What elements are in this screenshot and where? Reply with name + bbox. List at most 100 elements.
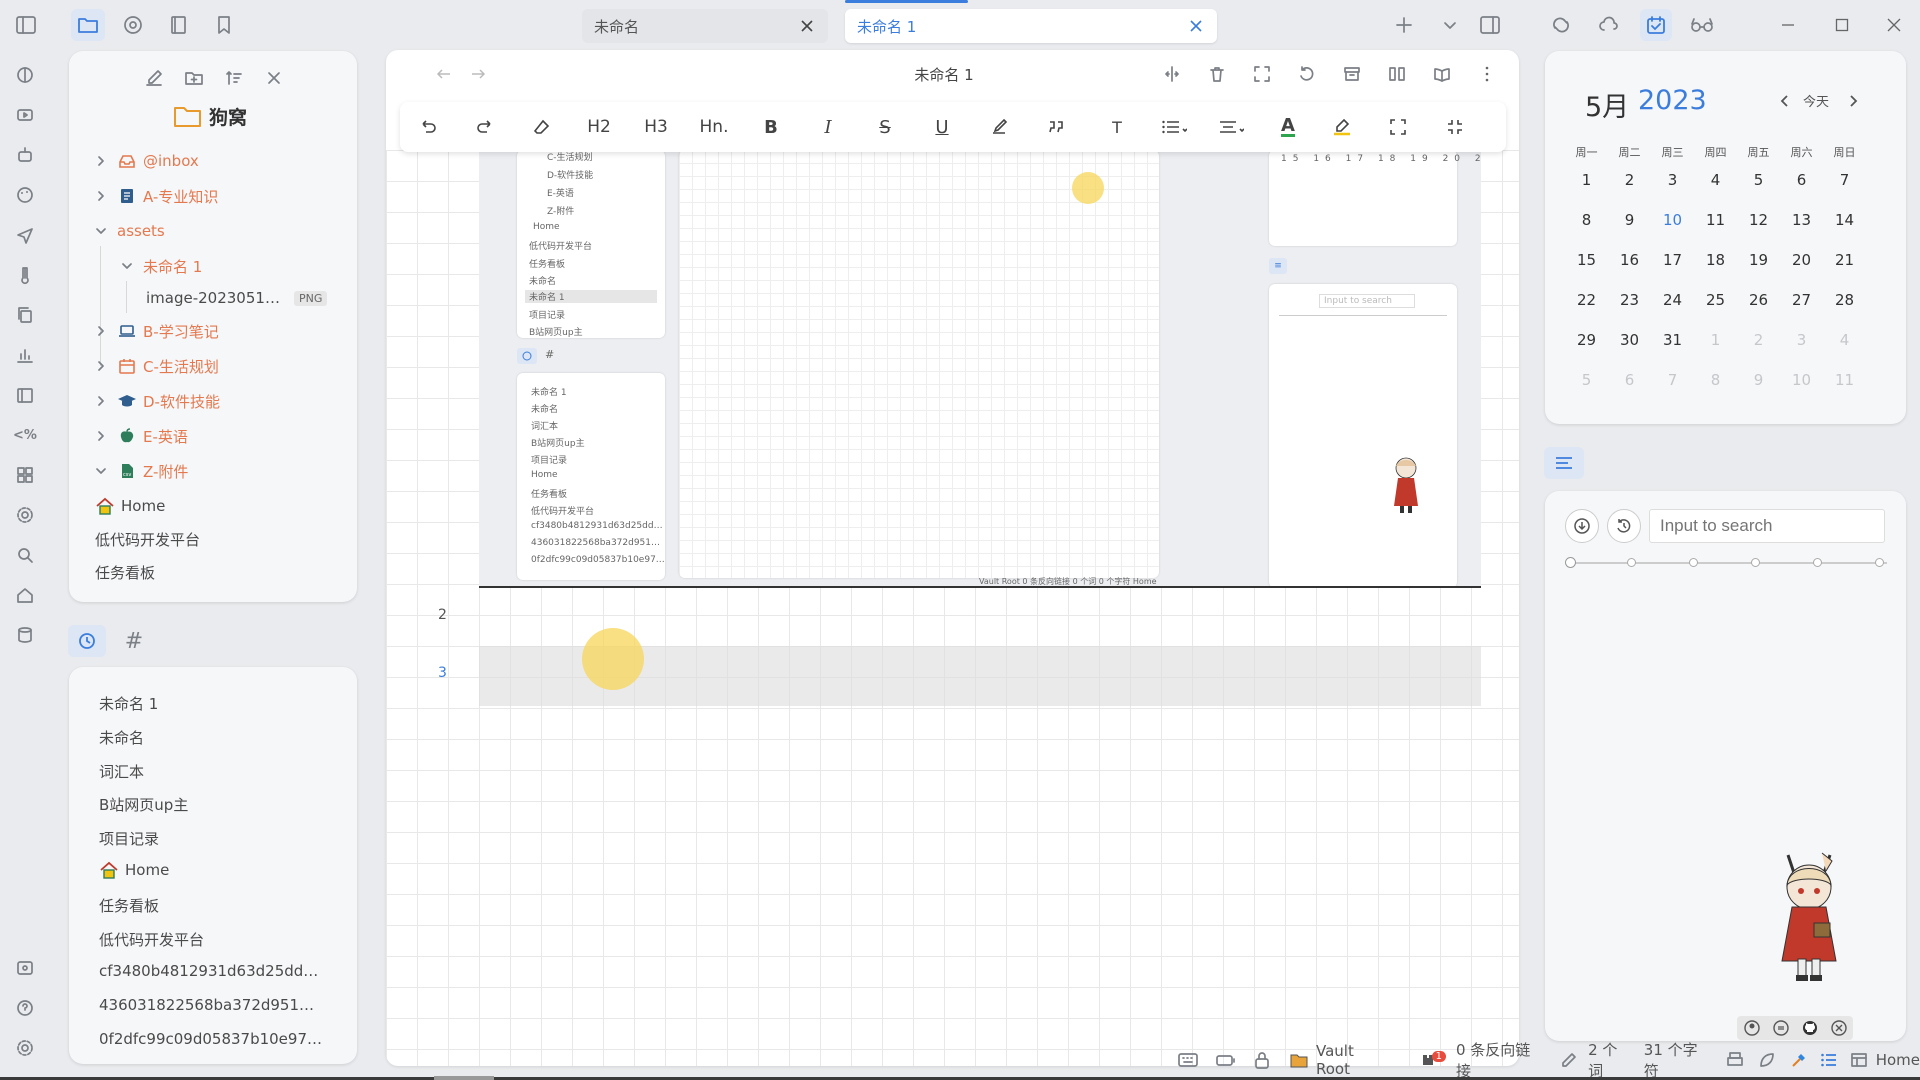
grid-icon[interactable] <box>11 461 39 489</box>
vault-switch-icon[interactable] <box>11 954 39 982</box>
new-folder-icon[interactable] <box>181 65 207 91</box>
sort-icon[interactable] <box>221 65 247 91</box>
maximize-icon[interactable] <box>1830 13 1854 37</box>
text-size-button[interactable]: T <box>1097 111 1137 143</box>
settings-icon[interactable] <box>11 1034 39 1062</box>
align-icon[interactable] <box>1211 111 1251 143</box>
minimize-icon[interactable] <box>1776 13 1800 37</box>
vault-title[interactable]: 狗窝 <box>173 103 247 130</box>
calendar-day[interactable]: 19 <box>1737 251 1780 269</box>
github-icon[interactable] <box>1802 1020 1818 1036</box>
calendar-day[interactable]: 16 <box>1608 251 1651 269</box>
close-circle-icon[interactable] <box>1830 1020 1847 1036</box>
calendar-day[interactable]: 12 <box>1737 211 1780 229</box>
new-note-icon[interactable] <box>141 65 167 91</box>
recent-item-home[interactable]: Home <box>99 861 169 879</box>
calendar-day[interactable]: 25 <box>1694 291 1737 309</box>
battery-icon[interactable] <box>1216 1053 1236 1067</box>
calendar-day[interactable]: 20 <box>1780 251 1823 269</box>
tab-untitled-1[interactable]: 未命名 1 <box>845 9 1217 43</box>
today-button[interactable]: 今天 <box>1803 91 1829 110</box>
help-icon[interactable] <box>11 994 39 1022</box>
heading-3-button[interactable]: H3 <box>640 111 672 143</box>
knowledge-graph-icon[interactable] <box>11 61 39 89</box>
next-month-icon[interactable] <box>1841 89 1865 113</box>
forward-arrow-icon[interactable] <box>466 62 490 86</box>
tree-item-image-file[interactable]: image-2023051… PNG <box>146 283 328 313</box>
split-icon[interactable] <box>1159 61 1185 87</box>
eraser-icon[interactable] <box>526 111 558 143</box>
close-icon[interactable] <box>798 17 816 35</box>
calendar-day[interactable]: 26 <box>1737 291 1780 309</box>
calendar-day[interactable]: 4 <box>1823 331 1866 349</box>
recent-item[interactable]: 项目记录 <box>99 828 159 849</box>
download-icon[interactable] <box>1565 509 1599 543</box>
recent-item[interactable]: 436031822568ba372d951… <box>99 996 314 1014</box>
calendar-day[interactable]: 11 <box>1694 211 1737 229</box>
calendar-day[interactable]: 22 <box>1565 291 1608 309</box>
tools-icon[interactable] <box>1790 1051 1808 1069</box>
archive-icon[interactable] <box>1339 61 1365 87</box>
italic-button[interactable]: I <box>812 111 844 143</box>
home-link[interactable]: Home <box>1876 1051 1920 1069</box>
calendar-day[interactable]: 4 <box>1694 171 1737 189</box>
vault-name[interactable]: Vault Root <box>1316 1042 1392 1078</box>
calendar-day[interactable]: 23 <box>1608 291 1651 309</box>
tab-list-chevron-icon[interactable] <box>1438 13 1462 37</box>
tree-item-e-english[interactable]: E-英语 <box>93 421 188 451</box>
calendar-day[interactable]: 3 <box>1651 171 1694 189</box>
back-arrow-icon[interactable] <box>432 62 456 86</box>
tree-item-inbox[interactable]: @inbox <box>93 146 199 176</box>
calendar-day[interactable]: 15 <box>1565 251 1608 269</box>
slider-stop[interactable] <box>1627 558 1636 567</box>
slider-stop[interactable] <box>1689 558 1698 567</box>
heading-n-button[interactable]: Hn. <box>694 111 734 143</box>
backlinks-label[interactable]: 0 条反向链接 <box>1456 1039 1544 1080</box>
close-icon[interactable] <box>1187 17 1205 35</box>
tree-item-z-attachments[interactable]: csv Z-附件 <box>93 456 188 486</box>
calendar-day[interactable]: 29 <box>1565 331 1608 349</box>
recent-item[interactable]: 低代码开发平台 <box>99 929 204 950</box>
right-sidebar-toggle-icon[interactable] <box>1477 12 1503 38</box>
calendar-day[interactable]: 6 <box>1608 371 1651 389</box>
recent-item[interactable]: 词汇本 <box>99 761 144 782</box>
calendar-day[interactable]: 21 <box>1823 251 1866 269</box>
list-icon[interactable] <box>1154 111 1194 143</box>
heading-2-button[interactable]: H2 <box>583 111 615 143</box>
table-icon[interactable] <box>1850 1051 1868 1069</box>
tree-item-untitled-1[interactable]: 未命名 1 <box>119 251 202 281</box>
underline-button[interactable]: U <box>926 111 958 143</box>
percent-code-icon[interactable]: <% <box>11 421 39 449</box>
highlight-icon[interactable] <box>1325 111 1365 143</box>
glasses-icon[interactable] <box>1688 12 1716 38</box>
new-tab-icon[interactable] <box>1392 13 1416 37</box>
collapse-icon[interactable] <box>1439 111 1471 143</box>
refresh-icon[interactable] <box>1294 61 1320 87</box>
calendar-day[interactable]: 5 <box>1737 171 1780 189</box>
tag-hash-icon[interactable]: # <box>118 625 150 657</box>
slides-icon[interactable] <box>11 101 39 129</box>
list-status-icon[interactable] <box>1820 1051 1838 1069</box>
palette-icon[interactable] <box>11 181 39 209</box>
cloud-sync-icon[interactable] <box>1596 12 1622 38</box>
calendar-day[interactable]: 5 <box>1565 371 1608 389</box>
calendar-day[interactable]: 2 <box>1608 171 1651 189</box>
search-icon[interactable] <box>11 541 39 569</box>
calendar-day[interactable]: 1 <box>1565 171 1608 189</box>
recent-item[interactable]: cf3480b4812931d63d25dd… <box>99 962 318 980</box>
calendar-day[interactable]: 10 <box>1780 371 1823 389</box>
scrollbar-thumb[interactable] <box>434 1076 494 1080</box>
calendar-day[interactable]: 17 <box>1651 251 1694 269</box>
send-icon[interactable] <box>11 221 39 249</box>
sidebar-toggle-icon[interactable] <box>13 12 39 38</box>
calendar-day[interactable]: 11 <box>1823 371 1866 389</box>
recent-item[interactable]: B站网页up主 <box>99 794 188 815</box>
swap-icon[interactable] <box>1772 1020 1789 1036</box>
sync-icon[interactable] <box>1548 12 1574 38</box>
recent-item[interactable]: 未命名 <box>99 727 144 748</box>
calendar-icon[interactable] <box>1640 9 1672 41</box>
calendar-day[interactable]: 13 <box>1780 211 1823 229</box>
tab-untitled[interactable]: 未命名 <box>582 9 828 43</box>
trash-icon[interactable] <box>1204 61 1230 87</box>
calendar-day[interactable]: 7 <box>1651 371 1694 389</box>
